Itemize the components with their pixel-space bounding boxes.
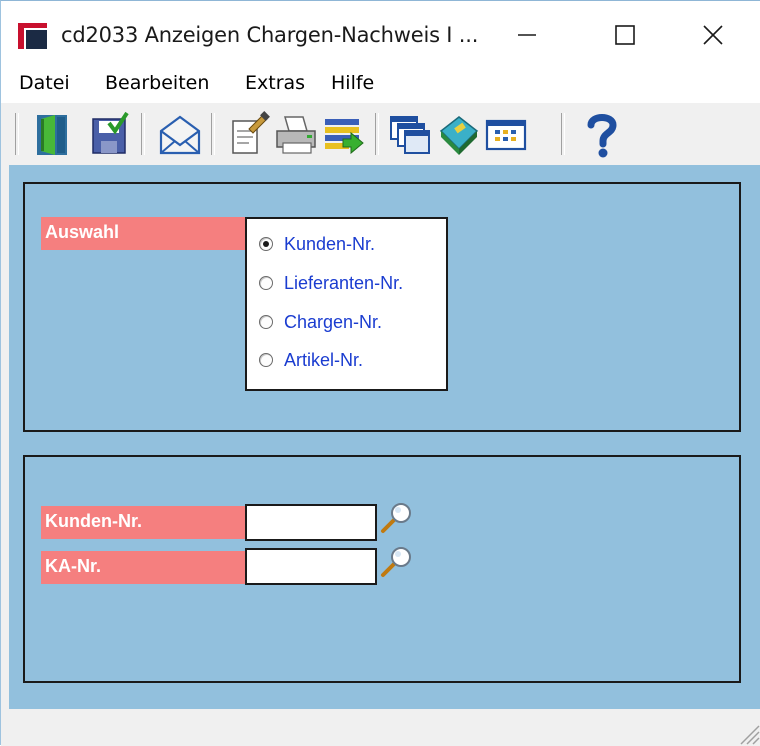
edit-document-icon[interactable]: [225, 109, 271, 159]
close-button[interactable]: [683, 15, 743, 55]
toolbar-separator: [211, 113, 215, 155]
status-bar: [1, 709, 760, 746]
menu-extras[interactable]: Extras: [245, 72, 305, 94]
radio-label: Artikel-Nr.: [284, 349, 364, 370]
maximize-icon: [615, 25, 635, 45]
close-icon: [703, 25, 723, 45]
radio-button[interactable]: [259, 276, 273, 290]
minimize-icon: [518, 34, 536, 36]
radio-kunden-nr[interactable]: Kunden-Nr.: [259, 229, 375, 259]
windows-icon[interactable]: [387, 109, 433, 159]
help-icon[interactable]: [579, 109, 625, 159]
print-icon[interactable]: [273, 109, 319, 159]
form-area: Auswahl Kunden-Nr. Lieferanten-Nr. Charg…: [9, 165, 760, 709]
window-title: cd2033 Anzeigen Chargen-Nachweis I ...: [61, 23, 479, 47]
input-panel: Kunden-Nr. KA-Nr.: [23, 455, 741, 683]
radio-label: Lieferanten-Nr.: [284, 272, 404, 293]
toolbar-separator: [15, 113, 19, 155]
maximize-button[interactable]: [595, 15, 655, 55]
application-window: cd2033 Anzeigen Chargen-Nachweis I ... D…: [0, 0, 760, 746]
menu-bearbeiten[interactable]: Bearbeiten: [105, 72, 209, 94]
table-icon[interactable]: [483, 109, 529, 159]
exit-door-icon[interactable]: [29, 109, 75, 159]
radio-button-selected[interactable]: [259, 237, 273, 251]
save-icon[interactable]: [87, 109, 133, 159]
radio-label: Kunden-Nr.: [284, 233, 376, 254]
resize-grip-icon[interactable]: [733, 718, 760, 746]
radio-artikel-nr[interactable]: Artikel-Nr.: [259, 345, 363, 375]
toolbar-separator: [375, 113, 379, 155]
radio-label: Chargen-Nr.: [284, 311, 383, 332]
ka-nr-input[interactable]: [245, 548, 377, 585]
menu-bar: Datei Bearbeiten Extras Hilfe: [1, 63, 760, 103]
mail-icon[interactable]: [157, 109, 203, 159]
ka-nr-label: KA-Nr.: [41, 551, 245, 584]
toolbar-separator: [141, 113, 145, 155]
toolbar: [1, 103, 760, 165]
radio-button[interactable]: [259, 353, 273, 367]
radio-lieferanten-nr[interactable]: Lieferanten-Nr.: [259, 268, 403, 298]
list-transfer-icon[interactable]: [321, 109, 367, 159]
title-bar[interactable]: cd2033 Anzeigen Chargen-Nachweis I ...: [1, 1, 760, 63]
kunden-nr-input[interactable]: [245, 504, 377, 541]
selection-panel: Auswahl Kunden-Nr. Lieferanten-Nr. Charg…: [23, 182, 741, 432]
auswahl-label: Auswahl: [41, 217, 245, 250]
magnifier-lookup-icon[interactable]: [377, 501, 413, 535]
radio-button[interactable]: [259, 315, 273, 329]
radio-chargen-nr[interactable]: Chargen-Nr.: [259, 307, 382, 337]
app-logo-icon: [18, 23, 47, 49]
magnifier-lookup-icon[interactable]: [377, 545, 413, 579]
menu-datei[interactable]: Datei: [19, 72, 70, 94]
book-icon[interactable]: [435, 109, 481, 159]
toolbar-separator: [561, 113, 565, 155]
menu-hilfe[interactable]: Hilfe: [331, 72, 374, 94]
selection-radio-group: Kunden-Nr. Lieferanten-Nr. Chargen-Nr. A…: [245, 217, 448, 391]
kunden-nr-label: Kunden-Nr.: [41, 506, 245, 539]
minimize-button[interactable]: [497, 15, 557, 55]
